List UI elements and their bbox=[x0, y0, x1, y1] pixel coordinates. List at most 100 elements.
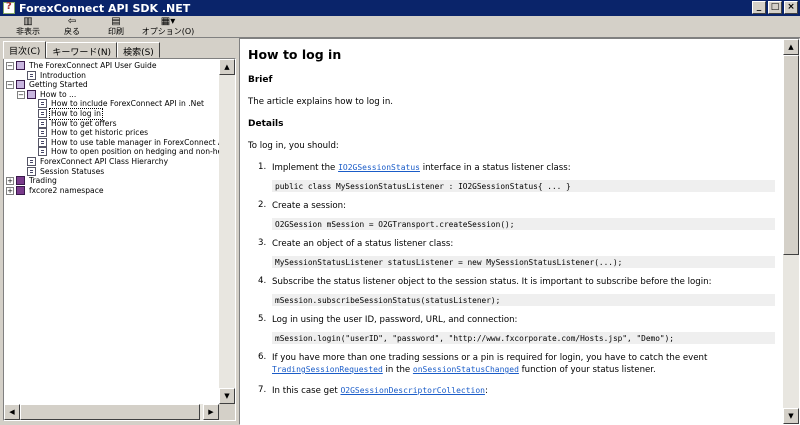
step-number: 4. bbox=[258, 276, 267, 286]
tree-item[interactable]: − Getting Started bbox=[4, 80, 219, 90]
maximize-button[interactable]: □ bbox=[768, 1, 782, 14]
tree-item-label: How to open position on hedging and non-… bbox=[51, 147, 219, 157]
api-link[interactable]: IO2GSessionStatus bbox=[338, 163, 420, 172]
step-text-fragment: interface in a status listener class: bbox=[419, 163, 571, 173]
collapse-icon[interactable]: − bbox=[17, 90, 25, 99]
topic-content: How to log in Brief The article explains… bbox=[239, 38, 800, 425]
hide-button[interactable]: ▥ 非表示 bbox=[6, 16, 50, 38]
minimize-button[interactable]: _ bbox=[752, 1, 766, 14]
tree-item[interactable]: ForexConnect API Class Hierarchy bbox=[4, 156, 219, 167]
collapse-icon[interactable]: − bbox=[6, 62, 14, 70]
tree-item[interactable]: + Trading bbox=[4, 176, 219, 186]
scroll-up-arrow-icon[interactable]: ▲ bbox=[219, 59, 235, 75]
tab-contents[interactable]: 目次(C) bbox=[3, 41, 47, 59]
closed-book-icon bbox=[16, 185, 25, 195]
scroll-thumb[interactable] bbox=[20, 404, 200, 420]
help-page-icon bbox=[27, 70, 36, 80]
hide-pane-icon: ▥ bbox=[23, 16, 33, 27]
closed-book-icon bbox=[16, 176, 25, 186]
tree-item[interactable]: − How to ... bbox=[4, 89, 219, 100]
tree-item[interactable]: + fxcore2 namespace bbox=[4, 185, 219, 196]
step-number: 2. bbox=[258, 200, 267, 210]
brief-text: The article explains how to log in. bbox=[248, 97, 393, 107]
scroll-thumb[interactable] bbox=[783, 55, 799, 255]
tree-vertical-scrollbar[interactable]: ▲ ▼ bbox=[219, 59, 235, 404]
tree-item-label: Trading bbox=[29, 176, 57, 186]
tree-item[interactable]: Session Statuses bbox=[4, 166, 219, 177]
scroll-down-arrow-icon[interactable]: ▼ bbox=[219, 388, 235, 404]
brief-heading: Brief bbox=[248, 75, 273, 85]
code-sample: MySessionStatusListener statusListener =… bbox=[272, 256, 775, 268]
step-text-fragment: Create a session: bbox=[272, 201, 346, 211]
print-button[interactable]: ▤ 印刷 bbox=[94, 16, 138, 38]
tree-item[interactable]: How to get offers bbox=[4, 118, 219, 129]
contents-tree: − The ForexConnect API User Guide Introduc… bbox=[3, 58, 236, 421]
step-text-fragment: Subscribe the status listener object to … bbox=[272, 277, 712, 287]
tree-item-label: Getting Started bbox=[29, 80, 88, 90]
step-text: If you have more than one trading sessio… bbox=[272, 352, 775, 376]
back-button[interactable]: ⇦ 戻る bbox=[50, 16, 94, 38]
help-page-icon bbox=[38, 99, 47, 109]
topic-title: How to log in bbox=[248, 47, 342, 62]
step-number: 7. bbox=[258, 385, 267, 395]
step-item: 7. In this case get O2GSessionDescriptorC… bbox=[248, 385, 775, 397]
intro-text: To log in, you should: bbox=[248, 141, 339, 151]
step-text-fragment: : bbox=[484, 386, 488, 396]
scrollbar-corner bbox=[219, 404, 235, 420]
collapse-icon[interactable]: − bbox=[6, 81, 14, 90]
step-text: In this case get O2GSessionDescriptorCol… bbox=[272, 385, 775, 397]
tree-item-label: Session Statuses bbox=[40, 166, 105, 176]
navigation-pane: 目次(C) キーワード(N) 検索(S) − The ForexConnect A… bbox=[3, 41, 236, 421]
code-sample: O2GSession mSession = O2GTransport.creat… bbox=[272, 218, 775, 230]
expand-icon[interactable]: + bbox=[6, 177, 14, 186]
step-text-fragment: Log in using the user ID, password, URL,… bbox=[272, 315, 518, 325]
step-number: 3. bbox=[258, 238, 267, 248]
window-title: ForexConnect API SDK .NET bbox=[19, 1, 191, 15]
step-text-fragment: Implement the bbox=[272, 163, 339, 173]
step-item: 2. Create a session: O2GSession mSession =… bbox=[248, 200, 775, 230]
scroll-up-arrow-icon[interactable]: ▲ bbox=[783, 39, 799, 55]
nav-tabs: 目次(C) キーワード(N) 検索(S) bbox=[3, 41, 236, 59]
scroll-right-arrow-icon[interactable]: ▶ bbox=[203, 404, 219, 420]
tree-horizontal-scrollbar[interactable]: ◀ ▶ bbox=[4, 404, 219, 420]
step-number: 1. bbox=[258, 162, 267, 172]
tree-item[interactable]: How to include ForexConnect API in .Net bbox=[4, 99, 219, 109]
step-text-fragment: function of your status listener. bbox=[518, 365, 656, 375]
step-text: Create an object of a status listener cl… bbox=[272, 238, 775, 250]
tree-item[interactable]: − The ForexConnect API User Guide bbox=[4, 61, 219, 71]
tree-item[interactable]: How to get historic prices bbox=[4, 128, 219, 138]
tree-item-label: How to include ForexConnect API in .Net bbox=[51, 99, 204, 109]
title-bar: ForexConnect API SDK .NET _ □ × bbox=[0, 0, 800, 16]
tree-item[interactable]: How to use table manager in ForexConnect… bbox=[4, 137, 219, 148]
help-page-icon bbox=[38, 108, 47, 118]
content-vertical-scrollbar[interactable]: ▲ ▼ bbox=[783, 39, 799, 424]
tree-item-label: How to use table manager in ForexConnect… bbox=[51, 137, 219, 147]
tree-item-label: How to get historic prices bbox=[51, 128, 149, 138]
api-link[interactable]: O2GSessionDescriptorCollection bbox=[340, 386, 485, 395]
code-sample: public class MySessionStatusListener : I… bbox=[272, 180, 775, 192]
code-sample: mSession.login("userID", "password", "ht… bbox=[272, 332, 775, 344]
scroll-left-arrow-icon[interactable]: ◀ bbox=[4, 404, 20, 420]
step-item: 5. Log in using the user ID, password, UR… bbox=[248, 314, 775, 344]
step-text-fragment: in the bbox=[382, 365, 413, 375]
step-text: Create a session: bbox=[272, 200, 775, 212]
tree-item[interactable]: How to open position on hedging and non-… bbox=[4, 147, 219, 157]
back-arrow-icon: ⇦ bbox=[67, 16, 77, 27]
tree-item-label: The ForexConnect API User Guide bbox=[29, 61, 157, 70]
tab-keyword[interactable]: キーワード(N) bbox=[46, 42, 118, 58]
tree-item-label: How to get offers bbox=[51, 118, 117, 128]
open-book-icon bbox=[16, 61, 25, 70]
expand-icon[interactable]: + bbox=[6, 186, 14, 195]
tab-search[interactable]: 検索(S) bbox=[117, 42, 160, 58]
help-page-icon bbox=[27, 156, 36, 166]
tree-item-label: How to ... bbox=[40, 89, 77, 99]
api-link[interactable]: TradingSessionRequested bbox=[272, 365, 383, 374]
scroll-down-arrow-icon[interactable]: ▼ bbox=[783, 408, 799, 424]
toolbar: ▥ 非表示 ⇦ 戻る ▤ 印刷 ▦▾ オプション(O) bbox=[0, 16, 800, 38]
tree-item[interactable]: Introduction bbox=[4, 70, 219, 81]
tree-item[interactable]: How to log in bbox=[4, 108, 219, 120]
options-button[interactable]: ▦▾ オプション(O) bbox=[138, 16, 198, 38]
api-link[interactable]: onSessionStatusChanged bbox=[413, 365, 519, 374]
close-button[interactable]: × bbox=[784, 1, 798, 14]
help-app-icon bbox=[3, 1, 15, 14]
